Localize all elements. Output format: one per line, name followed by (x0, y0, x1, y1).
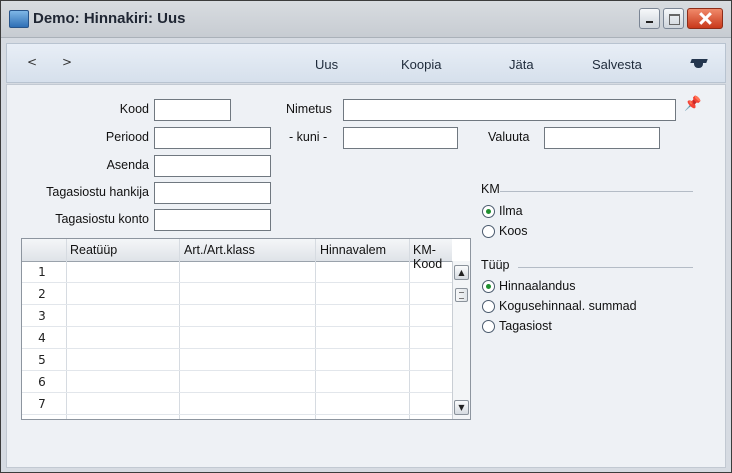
table-row[interactable]: 4 (22, 327, 452, 349)
title-bar[interactable]: Demo: Hinnakiri: Uus (1, 1, 731, 38)
valuuta-field[interactable] (544, 127, 660, 149)
column-header-hinnavalem[interactable]: Hinnavalem (320, 243, 386, 257)
tyyp-option-tagasiost-label: Tagasiost (499, 319, 552, 333)
minimize-button[interactable] (639, 8, 660, 29)
kuni-field[interactable] (343, 127, 458, 149)
km-option-koos[interactable]: Koos (482, 224, 528, 238)
pushpin-icon[interactable]: 📌 (684, 96, 701, 112)
table-row[interactable]: 2 (22, 283, 452, 305)
row-number: 2 (38, 287, 46, 301)
app-icon (9, 10, 29, 28)
table-header: Reatüüp Art./Art.klass Hinnavalem KM-Koo… (22, 239, 452, 271)
kood-label: Kood (119, 102, 149, 116)
row-number: 4 (38, 331, 46, 345)
scroll-up-button[interactable]: ▲ (454, 265, 469, 280)
toolbar-new-button[interactable]: Uus (315, 57, 338, 72)
table-row[interactable]: 7 (22, 393, 452, 415)
periood-field[interactable] (154, 127, 271, 149)
asenda-field[interactable] (154, 155, 271, 177)
kood-field[interactable] (154, 99, 231, 121)
scroll-down-button[interactable]: ▼ (454, 400, 469, 415)
toolbar: < > Uus Koopia Jäta Salvesta (6, 43, 726, 83)
asenda-label: Asenda (106, 158, 149, 172)
close-button[interactable] (687, 8, 723, 29)
table-row[interactable]: 1 (22, 261, 452, 283)
radio-button[interactable] (482, 319, 495, 333)
nimetus-field[interactable] (343, 99, 676, 121)
periood-label: Periood (105, 130, 149, 144)
valuuta-label: Valuuta (488, 130, 530, 144)
tyyp-option-hinnaalandus-label: Hinnaalandus (499, 279, 576, 293)
tagasiostu-konto-field[interactable] (154, 209, 271, 231)
row-number: 6 (38, 375, 46, 389)
kuni-label: - kuni - (289, 130, 328, 144)
km-group-title: KM (481, 182, 500, 196)
window-title: Demo: Hinnakiri: Uus (33, 10, 186, 27)
km-option-ilma[interactable]: Ilma (482, 204, 523, 218)
vertical-scrollbar[interactable]: ▲ ▼ (452, 261, 470, 419)
toolbar-copy-button[interactable]: Koopia (401, 57, 441, 72)
row-number: 1 (38, 265, 46, 279)
column-header-art-klass[interactable]: Art./Art.klass (184, 243, 255, 257)
tagasiostu-hankija-label: Tagasiostu hankija (46, 185, 149, 199)
nimetus-label: Nimetus (286, 102, 332, 116)
radio-button[interactable] (482, 299, 495, 313)
graduation-cap-icon[interactable] (691, 59, 707, 68)
row-number: 5 (38, 353, 46, 367)
app-window: Demo: Hinnakiri: Uus < > Uus Koopia Jäta… (0, 0, 732, 473)
table-row[interactable]: 3 (22, 305, 452, 327)
km-option-ilma-label: Ilma (499, 204, 523, 218)
tyyp-option-tagasiost[interactable]: Tagasiost (482, 319, 552, 333)
radio-button-selected[interactable] (482, 279, 495, 293)
tagasiostu-hankija-field[interactable] (154, 182, 271, 204)
tyyp-option-kogusehinnaal-label: Kogusehinnaal. summad (499, 299, 637, 313)
radio-button[interactable] (482, 224, 495, 238)
column-header-reatuup[interactable]: Reatüüp (70, 243, 117, 257)
radio-button-selected[interactable] (482, 204, 495, 218)
table-row[interactable]: 6 (22, 371, 452, 393)
row-number: 3 (38, 309, 46, 323)
next-record-button[interactable]: > (62, 55, 72, 69)
row-number: 7 (38, 397, 46, 411)
tyyp-group-title: Tüüp (481, 258, 510, 272)
previous-record-button[interactable]: < (27, 55, 37, 69)
tyyp-option-hinnaalandus[interactable]: Hinnaalandus (482, 279, 575, 293)
toolbar-save-button[interactable]: Salvesta (592, 57, 642, 72)
scroll-thumb[interactable] (455, 288, 468, 302)
price-rules-table: Reatüüp Art./Art.klass Hinnavalem KM-Koo… (21, 238, 471, 420)
tagasiostu-konto-label: Tagasiostu konto (55, 212, 149, 226)
toolbar-cancel-button[interactable]: Jäta (509, 57, 534, 72)
tyyp-option-kogusehinnaal[interactable]: Kogusehinnaal. summad (482, 299, 637, 313)
tyyp-group-divider (518, 267, 693, 268)
km-group-divider (500, 191, 693, 192)
km-option-koos-label: Koos (499, 224, 528, 238)
table-row[interactable]: 5 (22, 349, 452, 371)
maximize-button[interactable] (663, 8, 684, 29)
